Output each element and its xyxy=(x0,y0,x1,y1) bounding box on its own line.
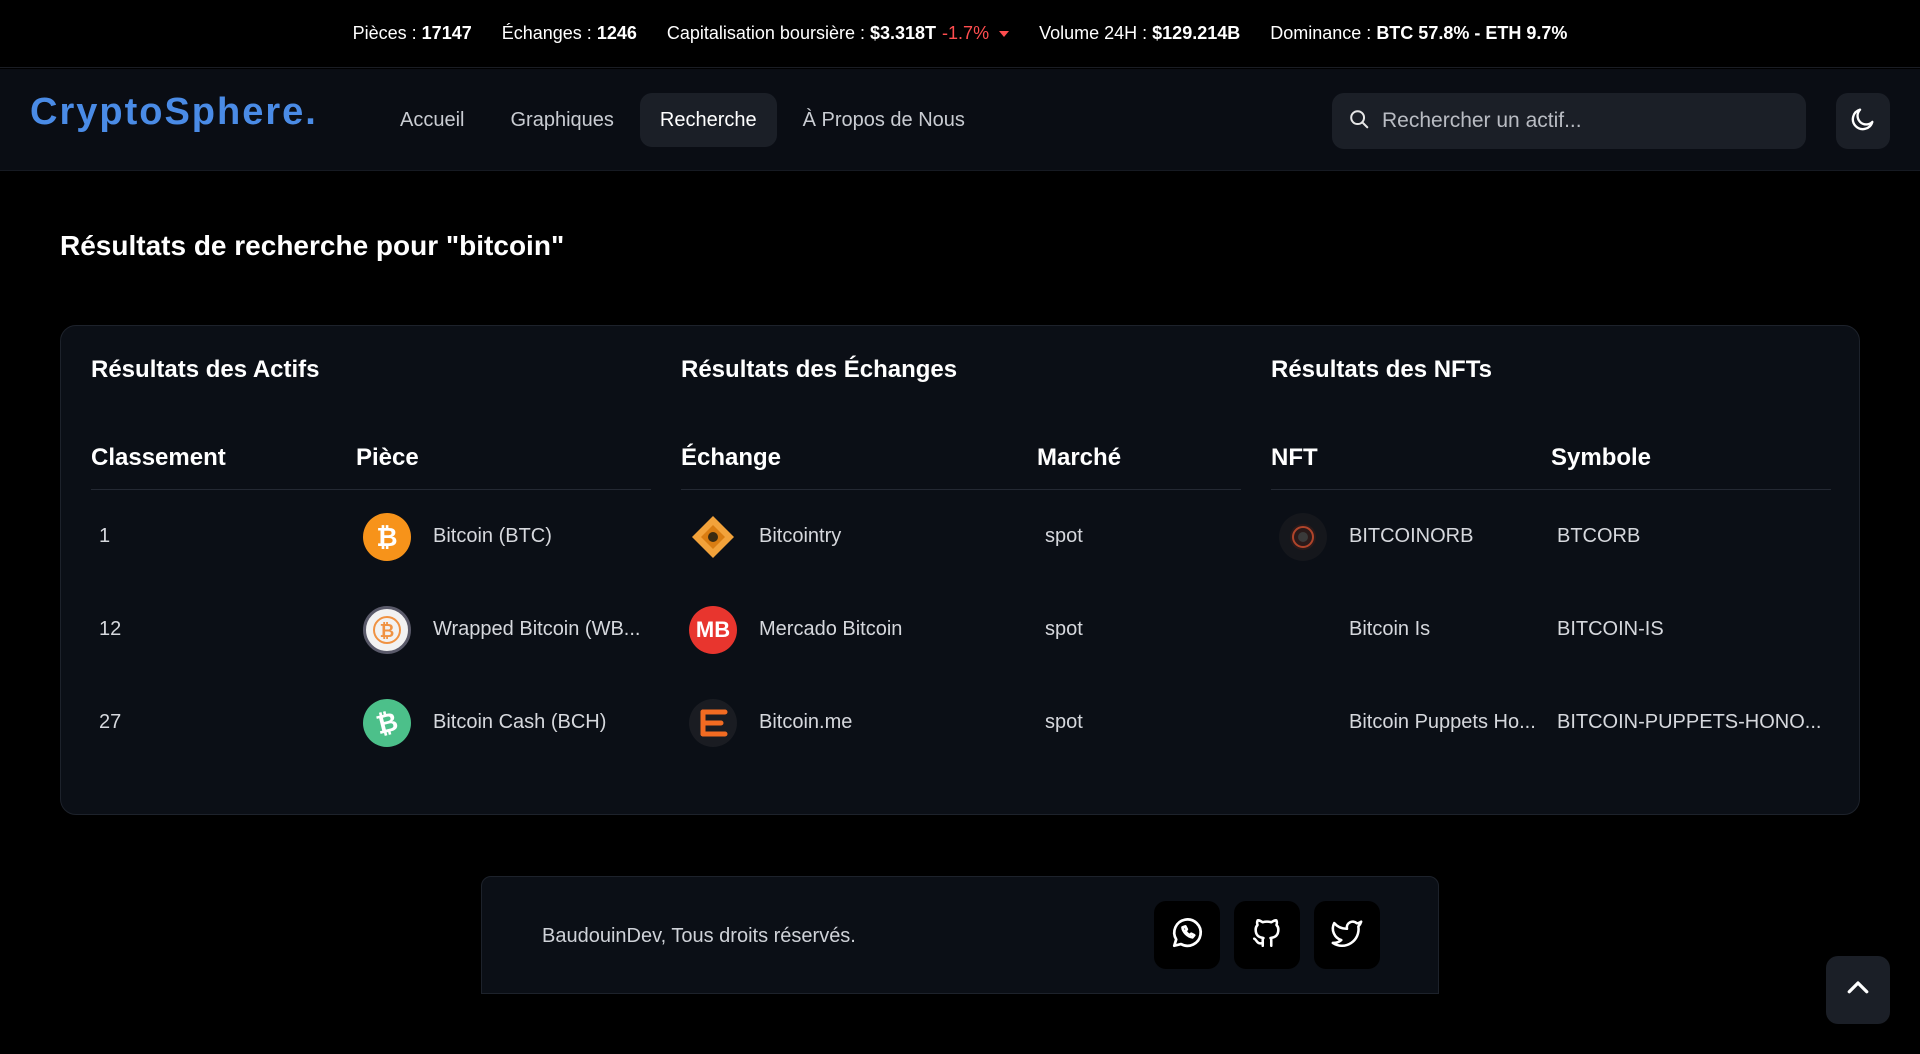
moon-icon xyxy=(1849,105,1877,138)
assets-table-header: Classement Pièce xyxy=(91,438,651,490)
svg-text:₿: ₿ xyxy=(373,706,401,740)
nft-symbol: BITCOIN-IS xyxy=(1557,618,1664,640)
search-box[interactable] xyxy=(1332,93,1806,149)
page-title: Résultats de recherche pour "bitcoin" xyxy=(60,230,565,261)
ticker-exchanges-label: Échanges : xyxy=(501,23,592,43)
asset-name[interactable]: Bitcoin (BTC) xyxy=(433,525,552,548)
nft-symbol: BITCOIN-PUPPETS-HONO... xyxy=(1557,711,1822,733)
nfts-table-header: NFT Symbole xyxy=(1271,438,1831,490)
col-head-symbol: Symbole xyxy=(1551,444,1652,471)
asset-row[interactable]: 27 ₿ Bitcoin Cash (BCH) xyxy=(91,676,651,769)
col-head-exchange: Échange xyxy=(681,444,782,471)
search-icon xyxy=(1348,108,1370,135)
asset-name[interactable]: Bitcoin Cash (BCH) xyxy=(433,711,606,734)
ticker-coins-label: Pièces : xyxy=(352,23,417,43)
col-head-nft: NFT xyxy=(1271,444,1318,471)
nav-link-graphiques[interactable]: Graphiques xyxy=(490,93,633,147)
nav-links: Accueil Graphiques Recherche À Propos de… xyxy=(380,93,985,147)
exchanges-title: Résultats des Échanges xyxy=(681,356,958,383)
col-head-market: Marché xyxy=(1037,444,1122,471)
whatsapp-button[interactable] xyxy=(1154,901,1220,969)
nft-name[interactable]: Bitcoin Puppets Ho... xyxy=(1349,711,1536,734)
nav-link-recherche[interactable]: Recherche xyxy=(639,93,777,147)
twitter-icon xyxy=(1330,916,1364,955)
footer-copyright: BaudouinDev, Tous droits réservés. xyxy=(542,924,856,947)
social-links xyxy=(1154,901,1380,969)
ticker-marketcap-change: -1.7% xyxy=(942,23,990,43)
ticker-coins-value: 17147 xyxy=(421,23,472,43)
github-button[interactable] xyxy=(1234,901,1300,969)
nft-row[interactable]: Bitcoin Is BITCOIN-IS xyxy=(1271,583,1831,676)
exchange-market: spot xyxy=(1045,618,1083,640)
nfts-title: Résultats des NFTs xyxy=(1271,356,1492,383)
chevron-up-icon xyxy=(1843,973,1873,1008)
asset-row[interactable]: 1 ₿ Bitcoin (BTC) xyxy=(91,490,651,583)
ticker-exchanges-value: 1246 xyxy=(596,23,637,43)
ticker-dominance: Dominance : BTC 57.8% - ETH 9.7% xyxy=(1270,23,1567,44)
ticker-marketcap-value: $3.318T xyxy=(869,23,937,43)
exchange-row[interactable]: MB Mercado Bitcoin spot xyxy=(681,583,1241,676)
nft-name[interactable]: BITCOINORB xyxy=(1349,525,1473,548)
market-ticker: Pièces : 17147 Échanges : 1246 Capitalis… xyxy=(0,0,1920,68)
nft-image-placeholder xyxy=(1279,606,1327,654)
exchange-market: spot xyxy=(1045,525,1083,547)
asset-row[interactable]: 12 ₿ Wrapped Bitcoin (WB... xyxy=(91,583,651,676)
nft-row[interactable]: BITCOINORB BTCORB xyxy=(1271,490,1831,583)
github-icon xyxy=(1250,916,1284,955)
ticker-coins: Pièces : 17147 xyxy=(353,23,472,44)
footer: BaudouinDev, Tous droits réservés. xyxy=(481,876,1439,994)
ticker-dominance-label: Dominance : xyxy=(1270,23,1372,43)
exchange-name[interactable]: Bitcoin.me xyxy=(759,711,852,734)
asset-rank: 12 xyxy=(99,618,122,640)
assets-title: Résultats des Actifs xyxy=(91,356,320,383)
ticker-dominance-value: BTC 57.8% - ETH 9.7% xyxy=(1376,23,1568,43)
navbar: CryptoSphere. Accueil Graphiques Recherc… xyxy=(0,69,1920,171)
asset-rank: 27 xyxy=(99,711,122,733)
exchange-row[interactable]: Bitcointry spot xyxy=(681,490,1241,583)
nfts-results: Résultats des NFTs NFT Symbole BITCOINOR… xyxy=(1271,356,1831,769)
asset-rank: 1 xyxy=(99,525,111,547)
nav-link-accueil[interactable]: Accueil xyxy=(380,93,484,147)
exchange-market: spot xyxy=(1045,711,1083,733)
search-input[interactable] xyxy=(1382,109,1806,133)
ticker-volume-label: Volume 24H : xyxy=(1039,23,1148,43)
theme-toggle-button[interactable] xyxy=(1836,93,1890,149)
svg-text:₿: ₿ xyxy=(376,523,397,553)
nft-symbol: BTCORB xyxy=(1557,525,1641,547)
exchange-row[interactable]: Bitcoin.me spot xyxy=(681,676,1241,769)
bitcoinorb-logo xyxy=(1279,512,1327,561)
asset-name[interactable]: Wrapped Bitcoin (WB... xyxy=(433,618,640,641)
exchanges-results: Résultats des Échanges Échange Marché Bi… xyxy=(681,356,1241,769)
ticker-marketcap-label: Capitalisation boursière : xyxy=(666,23,865,43)
ticker-exchanges: Échanges : 1246 xyxy=(502,23,637,44)
ticker-marketcap: Capitalisation boursière : $3.318T -1.7% xyxy=(666,23,1010,44)
bitcoin-me-logo xyxy=(689,698,737,747)
nft-row[interactable]: Bitcoin Puppets Ho... BITCOIN-PUPPETS-HO… xyxy=(1271,676,1831,769)
wrapped-bitcoin-logo: ₿ xyxy=(363,605,411,654)
ticker-volume-value: $129.214B xyxy=(1152,23,1241,43)
assets-results: Résultats des Actifs Classement Pièce 1 … xyxy=(91,356,651,769)
search-results-card: Résultats des Actifs Classement Pièce 1 … xyxy=(60,325,1860,815)
nft-name[interactable]: Bitcoin Is xyxy=(1349,618,1430,641)
nav-link-a-propos[interactable]: À Propos de Nous xyxy=(783,93,985,147)
brand-logo[interactable]: CryptoSphere. xyxy=(30,91,318,134)
whatsapp-icon xyxy=(1169,915,1205,956)
exchange-name[interactable]: Bitcointry xyxy=(759,525,841,548)
nft-image-placeholder xyxy=(1279,699,1327,747)
caret-down-icon xyxy=(999,30,1010,37)
twitter-button[interactable] xyxy=(1314,901,1380,969)
svg-text:₿: ₿ xyxy=(380,621,395,642)
exchange-name[interactable]: Mercado Bitcoin xyxy=(759,618,902,641)
bitcoin-logo: ₿ xyxy=(363,512,411,561)
col-head-rank: Classement xyxy=(91,444,226,471)
bitcointry-logo xyxy=(689,513,737,561)
bitcoin-cash-logo: ₿ xyxy=(363,698,411,747)
col-head-coin: Pièce xyxy=(356,444,419,471)
scroll-to-top-button[interactable] xyxy=(1826,956,1890,1024)
ticker-volume: Volume 24H : $129.214B xyxy=(1039,23,1240,44)
mercado-bitcoin-logo: MB xyxy=(689,605,737,654)
exchanges-table-header: Échange Marché xyxy=(681,438,1241,490)
